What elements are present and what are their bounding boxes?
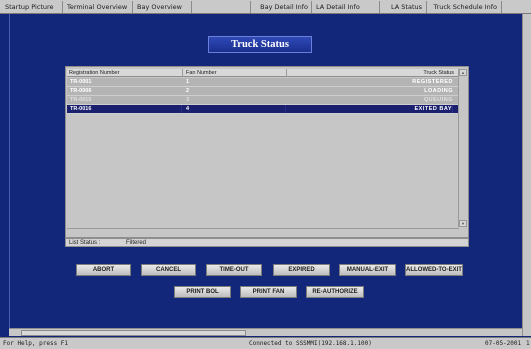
status-date: 07-05-2001 bbox=[485, 340, 522, 347]
horizontal-scrollbar[interactable] bbox=[9, 328, 522, 336]
status-page: 1 bbox=[526, 340, 530, 347]
print-bol-button[interactable]: PRINT BOL bbox=[174, 286, 231, 298]
list-status-label: List Status : bbox=[69, 240, 101, 246]
table-row-selected[interactable]: TR-0016 4 EXITED BAY bbox=[67, 105, 459, 114]
truck-status: EXITED BAY bbox=[289, 105, 453, 113]
column-truck-status[interactable]: Truck Status bbox=[288, 69, 459, 77]
table-row[interactable]: TR-0006 2 LOADING bbox=[67, 87, 459, 96]
table-row[interactable]: TR-0015 3 QUEUING bbox=[67, 96, 459, 105]
abort-button[interactable]: ABORT bbox=[76, 264, 131, 276]
expired-button[interactable]: EXPIRED bbox=[273, 264, 330, 276]
list-status-bar: List Status : Filtered bbox=[65, 238, 469, 247]
help-hint: For Help, press F1 bbox=[3, 340, 69, 347]
registration-number: TR-0016 bbox=[70, 105, 182, 113]
column-registration-number[interactable]: Registration Number bbox=[67, 69, 183, 77]
fan-number: 2 bbox=[186, 88, 190, 94]
fan-number: 3 bbox=[186, 97, 190, 103]
manual-exit-button[interactable]: MANUAL-EXIT bbox=[339, 264, 396, 276]
truck-status: REGISTERED bbox=[412, 79, 453, 85]
registration-number: TR-0015 bbox=[70, 97, 92, 103]
fan-number: 1 bbox=[186, 79, 190, 85]
status-bar: For Help, press F1 Connected to SSSMMI(1… bbox=[0, 337, 531, 349]
time-out-button[interactable]: TIME-OUT bbox=[206, 264, 262, 276]
connection-status: Connected to SSSMMI(192.168.1.100) bbox=[249, 340, 372, 347]
main-panel: Truck Status Registration Number Fan Num… bbox=[9, 14, 522, 329]
scroll-down-icon[interactable]: ▼ bbox=[459, 220, 467, 227]
tab-blank bbox=[193, 1, 251, 13]
tab-startup-picture[interactable]: Startup Picture bbox=[2, 1, 63, 13]
cancel-button[interactable]: CANCEL bbox=[141, 264, 196, 276]
page-title: Truck Status bbox=[208, 36, 312, 53]
truck-status: QUEUING bbox=[423, 97, 453, 103]
allowed-to-exit-button[interactable]: ALLOWED-TO-EXIT bbox=[405, 264, 463, 276]
fan-number: 4 bbox=[186, 105, 286, 113]
tab-truck-schedule-info[interactable]: Truck Schedule Info bbox=[428, 1, 502, 13]
truck-table: Registration Number Fan Number Truck Sta… bbox=[65, 66, 469, 238]
scroll-up-icon[interactable]: ▲ bbox=[459, 69, 467, 76]
column-fan-number[interactable]: Fan Number bbox=[184, 69, 287, 77]
top-nav-bar: Startup Picture Terminal Overview Bay Ov… bbox=[0, 0, 531, 14]
registration-number: TR-0001 bbox=[70, 79, 92, 85]
tab-bay-overview[interactable]: Bay Overview bbox=[134, 1, 192, 13]
tab-terminal-overview[interactable]: Terminal Overview bbox=[64, 1, 133, 13]
scrollbar-thumb[interactable] bbox=[21, 330, 246, 336]
tab-bay-detail-info[interactable]: Bay Detail Info bbox=[252, 1, 312, 13]
tab-la-status[interactable]: LA Status bbox=[381, 1, 427, 13]
table-row[interactable]: TR-0001 1 REGISTERED bbox=[67, 78, 459, 87]
table-header: Registration Number Fan Number Truck Sta… bbox=[67, 69, 459, 77]
registration-number: TR-0006 bbox=[70, 88, 92, 94]
print-fan-button[interactable]: PRINT FAN bbox=[240, 286, 297, 298]
table-vertical-scrollbar[interactable]: ▲ ▼ bbox=[458, 69, 467, 227]
re-authorize-button[interactable]: RE-AUTHORIZE bbox=[306, 286, 364, 298]
truck-status: LOADING bbox=[424, 88, 453, 94]
table-body: TR-0001 1 REGISTERED TR-0006 2 LOADING T… bbox=[67, 78, 459, 114]
vertical-scrollbar[interactable] bbox=[522, 14, 531, 336]
table-horizontal-scrollbar[interactable] bbox=[67, 228, 459, 235]
list-status-value: Filtered bbox=[126, 240, 147, 246]
tab-la-detail-info[interactable]: LA Detail Info bbox=[313, 1, 380, 13]
